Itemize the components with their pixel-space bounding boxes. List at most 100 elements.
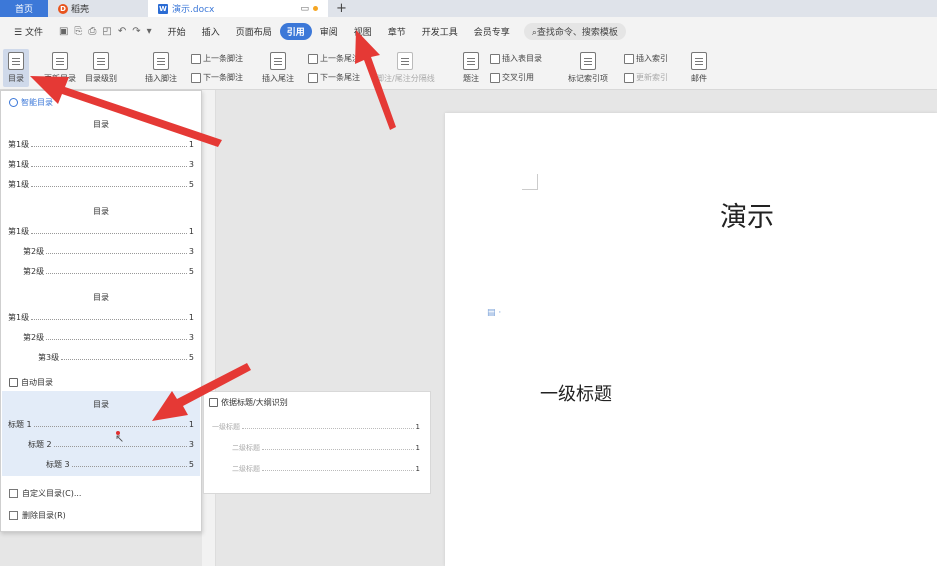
- outline-toc-line[interactable]: 二级标题 1: [232, 443, 420, 453]
- custom-toc-item[interactable]: 自定义目录(C)...: [9, 488, 81, 499]
- menu-tab-1[interactable]: 插入: [194, 25, 228, 38]
- delete-toc-item[interactable]: 删除目录(R): [9, 510, 66, 521]
- custom-toc-label: 自定义目录(C)...: [22, 489, 82, 498]
- custom-toc-icon: [9, 489, 18, 498]
- menu-bar: ☰ 文件 ▣ ⎘ ⎙ ◰ ↶ ↷ ▾ 开始 插入 页面布局 引用 审阅 视图 章…: [0, 17, 937, 46]
- update-index-button[interactable]: 更新索引: [624, 72, 668, 83]
- insert-endnote-button[interactable]: 插入尾注: [262, 52, 294, 84]
- next-endnote-button[interactable]: 下一条尾注: [308, 72, 360, 83]
- caption-label: 题注: [463, 74, 479, 83]
- undo-icon[interactable]: ↶: [118, 26, 126, 37]
- toc-line[interactable]: 第1级 1: [8, 312, 194, 323]
- prev-footnote-label: 上一条脚注: [203, 54, 243, 63]
- menu-tab-6[interactable]: 章节: [380, 25, 414, 38]
- vertical-ruler: [202, 90, 216, 566]
- prev-endnote-button[interactable]: 上一条尾注: [308, 53, 360, 64]
- insert-table-toc-label: 插入表目录: [502, 54, 542, 63]
- footnote-separator-button[interactable]: 脚注/尾注分隔线: [376, 52, 435, 84]
- insert-index-label: 插入索引: [636, 54, 668, 63]
- toc-line[interactable]: 第2级 3: [23, 246, 194, 257]
- update-index-icon: [624, 72, 634, 83]
- caption-button[interactable]: 题注: [463, 52, 479, 84]
- toc-line[interactable]: 第1级 1: [8, 139, 194, 150]
- toc-level-label: 目录级别: [85, 74, 117, 83]
- file-menu[interactable]: ☰ 文件: [6, 25, 51, 38]
- mail-icon: [691, 52, 707, 70]
- footnote-separator-label: 脚注/尾注分隔线: [376, 74, 435, 83]
- prev-footnote-icon: [191, 53, 201, 64]
- tab-document-label: 演示.docx: [172, 5, 215, 15]
- smart-toc-label: 智能目录: [21, 98, 53, 107]
- toc-level-icon: [93, 52, 109, 70]
- auto-toc-label: 自动目录: [21, 378, 53, 387]
- insert-table-toc-button[interactable]: 插入表目录: [490, 53, 542, 64]
- menu-tab-4[interactable]: 审阅: [312, 25, 346, 38]
- new-tab-label: +: [336, 1, 347, 16]
- toc-line[interactable]: 第1级 5: [8, 179, 194, 190]
- prev-footnote-button[interactable]: 上一条脚注: [191, 53, 243, 64]
- next-endnote-label: 下一条尾注: [320, 73, 360, 82]
- redo-icon[interactable]: ↷: [132, 26, 140, 37]
- insert-footnote-button[interactable]: 插入脚注: [145, 52, 177, 84]
- print-preview-icon[interactable]: ◰: [102, 26, 111, 37]
- tab-docer-label: 稻壳: [71, 5, 90, 15]
- document-page[interactable]: [445, 113, 937, 566]
- paragraph-options-icon[interactable]: ▤ ·: [487, 308, 501, 318]
- save-icon[interactable]: ▣: [59, 26, 68, 37]
- ribbon-references: 目录 更新目录 目录级别 插入脚注 上一条脚注 下一条脚注 插入尾注 上一条尾注…: [0, 46, 937, 90]
- update-index-label: 更新索引: [636, 73, 668, 82]
- delete-toc-icon: [9, 511, 18, 520]
- menu-tab-5[interactable]: 视图: [346, 25, 380, 38]
- quick-access-more-icon[interactable]: ▾: [147, 26, 152, 37]
- toc-preview-title: 目录: [93, 400, 109, 409]
- next-footnote-button[interactable]: 下一条脚注: [191, 72, 243, 83]
- toc-line[interactable]: 第1级 1: [8, 226, 194, 237]
- toc-line[interactable]: 第2级 5: [23, 266, 194, 277]
- update-toc-button[interactable]: 更新目录: [44, 52, 76, 84]
- mark-index-icon: [580, 52, 596, 70]
- toc-preview-title: 目录: [93, 120, 109, 129]
- update-toc-label: 更新目录: [44, 74, 76, 83]
- command-search[interactable]: ⌕查找命令、搜索模板: [523, 23, 626, 40]
- insert-index-icon: [624, 53, 634, 64]
- insert-index-button[interactable]: 插入索引: [624, 53, 668, 64]
- toc-level-button[interactable]: 目录级别: [85, 52, 117, 84]
- next-endnote-icon: [308, 72, 318, 83]
- outline-toc-line[interactable]: 二级标题 1: [232, 464, 420, 474]
- table-toc-icon: [490, 53, 500, 64]
- document-title[interactable]: 演示: [720, 195, 774, 234]
- quick-access-toolbar: ▣ ⎘ ⎙ ◰ ↶ ↷ ▾: [51, 26, 160, 37]
- toc-line[interactable]: 第2级 3: [23, 332, 194, 343]
- toc-line[interactable]: 第3级 5: [38, 352, 194, 363]
- menu-tab-8[interactable]: 会员专享: [466, 25, 518, 38]
- toc-line[interactable]: 标题 11: [8, 419, 194, 430]
- menu-tab-0[interactable]: 开始: [160, 25, 194, 38]
- tab-docer[interactable]: D 稻壳: [48, 0, 148, 17]
- footnote-icon: [153, 52, 169, 70]
- next-footnote-label: 下一条脚注: [203, 73, 243, 82]
- toc-line[interactable]: 标题 35: [46, 459, 194, 470]
- export-pdf-icon[interactable]: ⎘: [74, 26, 82, 37]
- toc-line[interactable]: 标题 23: [28, 439, 194, 450]
- outline-toc-panel[interactable]: 依据标题/大纲识别 一级标题 1 二级标题 1 二级标题 1: [203, 391, 431, 494]
- new-tab-button[interactable]: +: [328, 0, 355, 17]
- toc-line[interactable]: 第1级 3: [8, 159, 194, 170]
- mark-index-button[interactable]: 标记索引项: [568, 52, 608, 84]
- tab-document[interactable]: W 演示.docx ▭: [148, 0, 328, 17]
- outline-toc-line[interactable]: 一级标题 1: [212, 422, 420, 432]
- menu-tab-2[interactable]: 页面布局: [228, 25, 280, 38]
- mail-button[interactable]: 邮件: [691, 52, 707, 84]
- monitor-icon[interactable]: ▭: [300, 4, 309, 14]
- cross-reference-label: 交叉引用: [502, 73, 534, 82]
- menu-tab-7[interactable]: 开发工具: [414, 25, 466, 38]
- toc-dropdown-menu: 智能目录 目录 第1级 1 第1级 3 第1级 5 目录 第1级 1 第2级 3 第2级 5…: [0, 90, 202, 532]
- file-menu-label: 文件: [24, 28, 43, 38]
- prev-endnote-label: 上一条尾注: [320, 54, 360, 63]
- print-icon[interactable]: ⎙: [88, 26, 96, 37]
- document-heading-1[interactable]: 一级标题: [540, 380, 612, 406]
- cross-reference-button[interactable]: 交叉引用: [490, 72, 534, 83]
- tab-home[interactable]: 首页: [0, 0, 48, 17]
- menu-tab-3[interactable]: 引用: [279, 23, 312, 40]
- toc-button[interactable]: 目录: [3, 49, 29, 87]
- insert-footnote-label: 插入脚注: [145, 74, 177, 83]
